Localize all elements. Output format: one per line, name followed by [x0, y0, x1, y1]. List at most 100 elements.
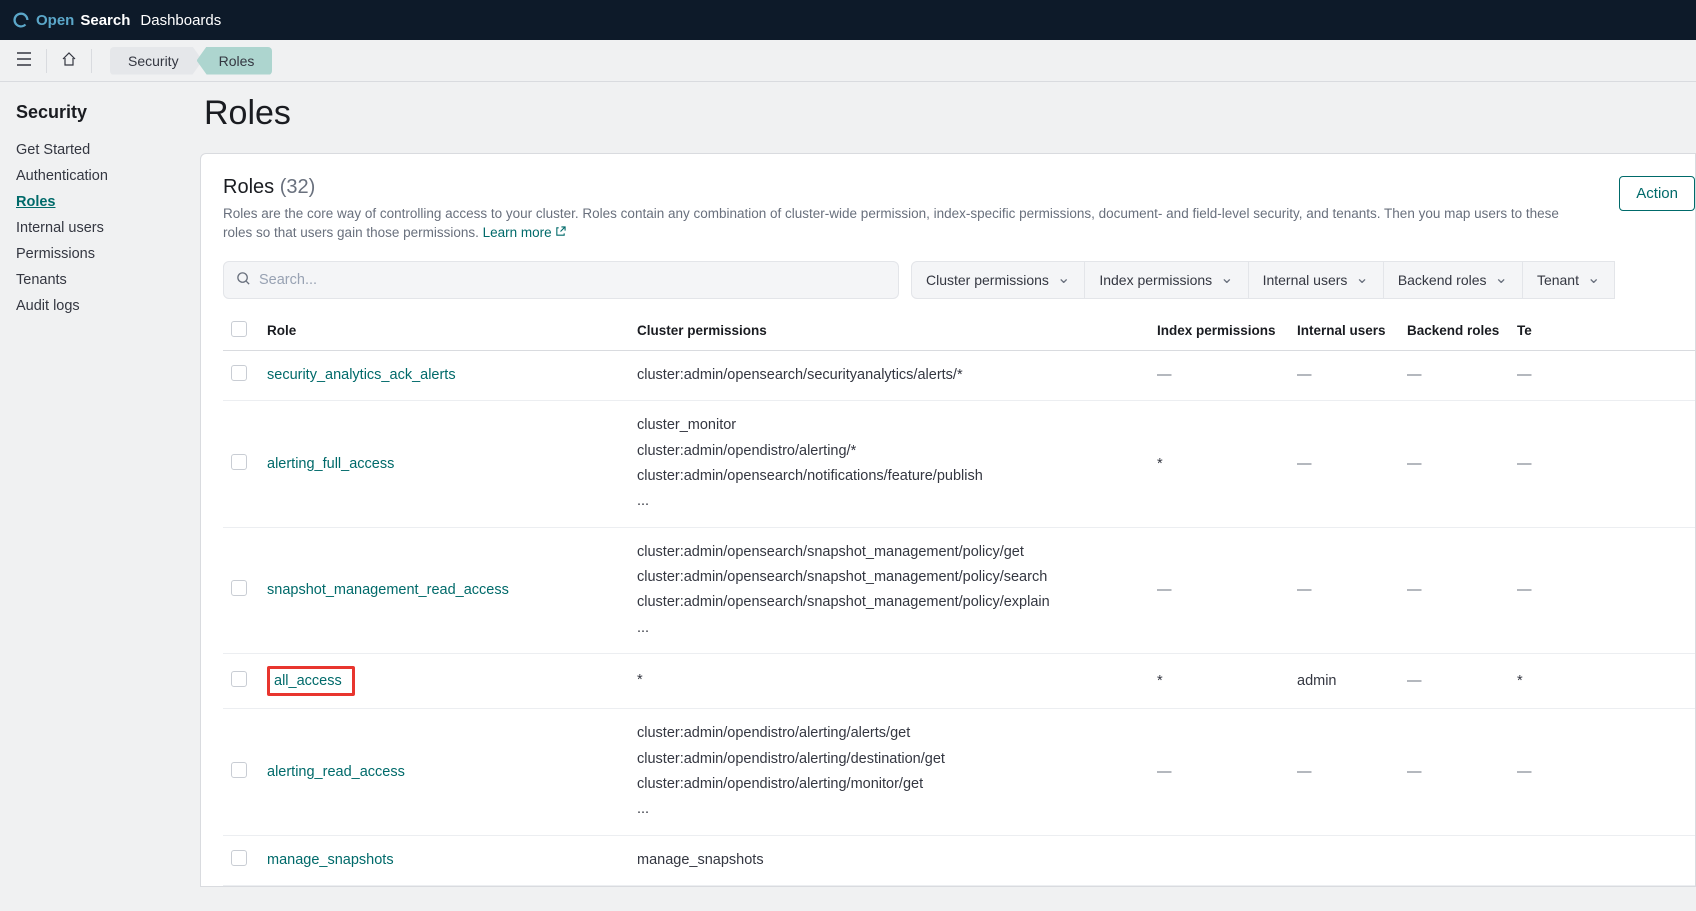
chevron-down-icon [1587, 270, 1600, 290]
table-row: manage_snapshots manage_snapshots [223, 835, 1695, 885]
internal-cell: — [1289, 709, 1399, 836]
column-cluster-permissions[interactable]: Cluster permissions [629, 311, 1149, 351]
role-link[interactable]: manage_snapshots [267, 852, 394, 868]
cluster-permissions-cell: manage_snapshots [637, 848, 1141, 873]
index-cell: — [1149, 527, 1289, 654]
filter-index-permissions[interactable]: Index permissions [1085, 261, 1248, 299]
index-cell: * [1149, 654, 1289, 709]
brand-search: Search [80, 12, 130, 29]
brand-open: Open [36, 12, 74, 29]
sidebar-item-permissions[interactable]: Permissions [16, 241, 184, 267]
row-checkbox[interactable] [231, 671, 247, 687]
actions-button[interactable]: Action [1619, 176, 1695, 211]
role-link[interactable]: security_analytics_ack_alerts [267, 367, 456, 383]
backend-cell: — [1399, 709, 1509, 836]
column-index-permissions[interactable]: Index permissions [1149, 311, 1289, 351]
backend-cell: — [1399, 527, 1509, 654]
sidebar-item-internal-users[interactable]: Internal users [16, 215, 184, 241]
nav-divider-2 [91, 49, 92, 73]
table-row: alerting_read_access cluster:admin/opendi… [223, 709, 1695, 836]
panel-title: Roles [223, 176, 274, 198]
internal-cell [1289, 835, 1399, 885]
internal-cell: — [1289, 401, 1399, 528]
cluster-permissions-cell: * [637, 668, 1141, 693]
tenant-cell: — [1509, 350, 1695, 400]
table-row: all_access**admin—* [223, 654, 1695, 709]
tenant-cell: — [1509, 709, 1695, 836]
home-icon [61, 51, 77, 70]
roles-table: Role Cluster permissions Index permissio… [223, 311, 1695, 886]
learn-more-link[interactable]: Learn more [483, 225, 566, 240]
cluster-permissions-cell: cluster_monitorcluster:admin/opendistro/… [637, 413, 1141, 515]
chevron-down-icon [1220, 270, 1233, 290]
role-link[interactable]: alerting_full_access [267, 456, 394, 472]
brand-dash: Dashboards [140, 12, 221, 29]
panel-description-text: Roles are the core way of controlling ac… [223, 206, 1559, 240]
nav-bar: Security Roles [0, 40, 1696, 82]
index-cell [1149, 835, 1289, 885]
row-checkbox[interactable] [231, 365, 247, 381]
row-checkbox[interactable] [231, 762, 247, 778]
sidebar-item-roles[interactable]: Roles [16, 189, 184, 215]
table-row: alerting_full_access cluster_monitorclust… [223, 401, 1695, 528]
column-role[interactable]: Role [259, 311, 629, 351]
tenant-cell: — [1509, 401, 1695, 528]
role-link[interactable]: all_access [274, 673, 342, 689]
column-tenants[interactable]: Te [1509, 311, 1695, 351]
sidebar-title: Security [16, 102, 184, 123]
sidebar-item-audit-logs[interactable]: Audit logs [16, 293, 184, 319]
tenant-cell: — [1509, 527, 1695, 654]
role-link[interactable]: snapshot_management_read_access [267, 582, 509, 598]
search-box[interactable] [223, 261, 899, 299]
table-row: security_analytics_ack_alerts cluster:adm… [223, 350, 1695, 400]
sidebar-item-tenants[interactable]: Tenants [16, 267, 184, 293]
cluster-permissions-cell: cluster:admin/opensearch/securityanalyti… [637, 363, 1141, 388]
backend-cell: — [1399, 401, 1509, 528]
hamburger-icon [16, 52, 32, 69]
menu-toggle-button[interactable] [8, 45, 40, 77]
home-button[interactable] [53, 45, 85, 77]
filter-tenant[interactable]: Tenant [1523, 261, 1615, 299]
breadcrumb-security[interactable]: Security [110, 47, 203, 75]
search-icon [236, 271, 251, 289]
breadcrumb-roles[interactable]: Roles [197, 47, 273, 75]
column-internal-users[interactable]: Internal users [1289, 311, 1399, 351]
chevron-down-icon [1057, 270, 1070, 290]
filter-group: Cluster permissionsIndex permissionsInte… [911, 261, 1615, 299]
internal-cell: — [1289, 350, 1399, 400]
internal-cell: — [1289, 527, 1399, 654]
column-backend-roles[interactable]: Backend roles [1399, 311, 1509, 351]
main-content: Roles Roles (32) Roles are the core way … [200, 82, 1696, 887]
sidebar-item-get-started[interactable]: Get Started [16, 137, 184, 163]
row-checkbox[interactable] [231, 850, 247, 866]
panel-description: Roles are the core way of controlling ac… [223, 205, 1603, 243]
select-all-checkbox[interactable] [231, 321, 247, 337]
chevron-down-icon [1355, 270, 1368, 290]
sidebar-item-authentication[interactable]: Authentication [16, 163, 184, 189]
backend-cell: — [1399, 654, 1509, 709]
page-title: Roles [200, 94, 1696, 133]
internal-cell: admin [1289, 654, 1399, 709]
cluster-permissions-cell: cluster:admin/opendistro/alerting/alerts… [637, 721, 1141, 823]
cluster-permissions-cell: cluster:admin/opensearch/snapshot_manage… [637, 540, 1141, 642]
backend-cell [1399, 835, 1509, 885]
row-checkbox[interactable] [231, 454, 247, 470]
filter-cluster-permissions[interactable]: Cluster permissions [911, 261, 1085, 299]
index-cell: * [1149, 401, 1289, 528]
top-bar: Open Search Dashboards [0, 0, 1696, 40]
index-cell: — [1149, 709, 1289, 836]
filter-backend-roles[interactable]: Backend roles [1384, 261, 1523, 299]
search-input[interactable] [259, 272, 886, 288]
roles-panel: Roles (32) Roles are the core way of con… [200, 153, 1696, 887]
row-checkbox[interactable] [231, 580, 247, 596]
tenant-cell: * [1509, 654, 1695, 709]
table-row: snapshot_management_read_access cluster:a… [223, 527, 1695, 654]
opensearch-swirl-icon [12, 11, 30, 29]
panel-count: (32) [274, 176, 315, 198]
role-link[interactable]: alerting_read_access [267, 764, 405, 780]
nav-divider [46, 49, 47, 73]
brand-logo[interactable]: Open Search Dashboards [12, 11, 221, 29]
backend-cell: — [1399, 350, 1509, 400]
filter-internal-users[interactable]: Internal users [1249, 261, 1384, 299]
external-link-icon [555, 224, 566, 243]
